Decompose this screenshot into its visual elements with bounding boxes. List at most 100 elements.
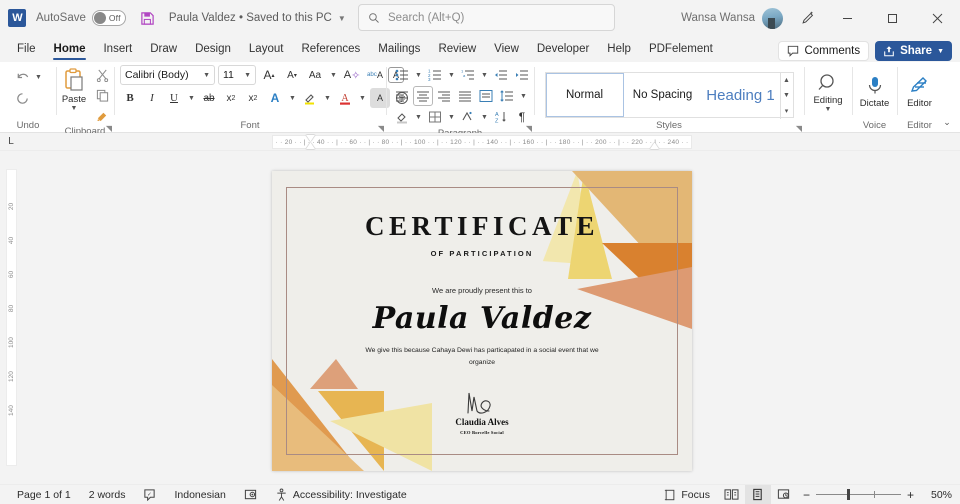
pen-sparkle-icon[interactable] <box>791 0 825 36</box>
styles-gallery[interactable]: Normal No Spacing Heading 1 ▲ ▼ ▾ <box>544 72 794 119</box>
style-heading-1[interactable]: Heading 1 <box>702 73 780 117</box>
tab-review[interactable]: Review <box>429 39 485 62</box>
bullets-icon[interactable] <box>392 65 412 85</box>
cut-icon[interactable] <box>92 65 112 85</box>
underline-chevron-down-icon[interactable]: ▼ <box>186 88 197 108</box>
redo-icon[interactable] <box>12 88 32 108</box>
tab-developer[interactable]: Developer <box>528 39 598 62</box>
undo-icon[interactable] <box>12 67 32 87</box>
editing-button[interactable]: Editing ▼ <box>811 70 844 115</box>
read-mode-icon[interactable] <box>719 485 745 504</box>
line-spacing-chevron-down-icon[interactable]: ▼ <box>518 86 529 106</box>
paste-dropdown-icon[interactable]: ▼ <box>71 105 78 112</box>
zoom-slider[interactable]: − + <box>797 488 920 502</box>
close-button[interactable] <box>915 0 960 36</box>
subscript-icon[interactable]: x2 <box>221 88 241 108</box>
increase-font-size-icon[interactable]: A ▴ <box>259 65 279 85</box>
style-normal[interactable]: Normal <box>545 73 624 117</box>
italic-icon[interactable]: I <box>142 88 162 108</box>
underline-icon[interactable]: U <box>164 88 184 108</box>
status-accessibility[interactable]: Accessibility: Investigate <box>266 485 416 504</box>
bold-icon[interactable]: B <box>120 88 140 108</box>
tab-insert[interactable]: Insert <box>94 39 141 62</box>
align-center-icon[interactable] <box>413 86 433 106</box>
document-page[interactable]: CERTIFICATE OF PARTICIPATION We are prou… <box>272 171 692 471</box>
document-canvas[interactable]: CERTIFICATE OF PARTICIPATION We are prou… <box>22 151 960 484</box>
tab-file[interactable]: File <box>8 39 45 62</box>
numbering-icon[interactable]: 123 <box>425 65 445 85</box>
dictate-button[interactable]: Dictate <box>858 73 892 111</box>
font-size-input[interactable]: 11 ▼ <box>218 65 256 85</box>
shading-chevron-down-icon[interactable]: ▼ <box>413 107 424 127</box>
zoom-out-button[interactable]: − <box>803 488 810 502</box>
minimize-button[interactable] <box>825 0 870 36</box>
tab-pdfelement[interactable]: PDFelement <box>640 39 722 62</box>
multilevel-list-icon[interactable]: 1a <box>458 65 478 85</box>
styles-scroll-down-icon[interactable]: ▼ <box>781 88 793 103</box>
font-dialog-launcher[interactable]: ◥ <box>378 124 384 133</box>
left-indent-marker[interactable] <box>306 143 315 149</box>
change-case-chevron-down-icon[interactable]: ▼ <box>328 65 339 85</box>
avatar[interactable] <box>762 7 783 29</box>
change-case-icon[interactable]: Aa <box>305 65 325 85</box>
styles-scroll-up-icon[interactable]: ▲ <box>781 73 793 88</box>
status-language[interactable]: Indonesian <box>165 485 234 504</box>
zoom-in-button[interactable]: + <box>907 488 914 502</box>
autosave-toggle[interactable]: Off <box>91 10 126 26</box>
restore-button[interactable] <box>870 0 915 36</box>
paragraph-dialog-launcher[interactable]: ◥ <box>526 124 532 133</box>
status-dictation-icon[interactable] <box>235 485 266 504</box>
clipboard-dialog-launcher[interactable]: ◥ <box>106 124 112 133</box>
copy-icon[interactable] <box>92 85 112 105</box>
text-highlight-chevron-down-icon[interactable]: ▼ <box>322 88 333 108</box>
font-name-input[interactable]: Calibri (Body) ▼ <box>120 65 215 85</box>
right-indent-marker[interactable] <box>650 143 659 149</box>
text-effects-icon[interactable]: A <box>265 88 285 108</box>
tab-view[interactable]: View <box>485 39 528 62</box>
zoom-level-label[interactable]: 50% <box>920 489 952 501</box>
tab-home[interactable]: Home <box>45 39 95 62</box>
zoom-thumb[interactable] <box>847 489 851 500</box>
font-color-chevron-down-icon[interactable]: ▼ <box>357 88 368 108</box>
styles-gallery-scroll[interactable]: ▲ ▼ ▾ <box>779 73 793 119</box>
tab-mailings[interactable]: Mailings <box>369 39 429 62</box>
style-no-spacing[interactable]: No Spacing <box>624 73 702 117</box>
tab-stop-selector[interactable]: L <box>0 136 22 147</box>
tab-help[interactable]: Help <box>598 39 640 62</box>
tab-design[interactable]: Design <box>186 39 240 62</box>
editor-button[interactable]: Editor <box>905 73 934 111</box>
strikethrough-icon[interactable]: ab <box>199 88 219 108</box>
tab-draw[interactable]: Draw <box>141 39 186 62</box>
font-size-chevron-down-icon[interactable]: ▼ <box>244 72 251 79</box>
font-color-icon[interactable]: A <box>335 88 355 108</box>
undo-dropdown-icon[interactable]: ▼ <box>33 67 44 87</box>
superscript-icon[interactable]: x2 <box>243 88 263 108</box>
vertical-ruler-track[interactable] <box>6 169 17 466</box>
first-line-indent-marker[interactable] <box>306 135 315 141</box>
status-word-count[interactable]: 2 words <box>80 485 135 504</box>
borders-chevron-down-icon[interactable]: ▼ <box>446 107 457 127</box>
status-proofing-icon[interactable]: ✓ <box>134 485 165 504</box>
ribbon-collapse-icon[interactable]: ⌄ <box>938 114 956 130</box>
borders-icon[interactable] <box>425 107 445 127</box>
numbering-chevron-down-icon[interactable]: ▼ <box>446 65 457 85</box>
ruler-track[interactable]: · · | · · · | · · · | · · 20 · · | · · 4… <box>272 135 692 149</box>
multilevel-list-chevron-down-icon[interactable]: ▼ <box>479 65 490 85</box>
focus-button[interactable]: Focus <box>655 485 719 504</box>
sort-icon[interactable]: AZ <box>491 107 511 127</box>
line-spacing-icon[interactable] <box>497 86 517 106</box>
decrease-font-size-icon[interactable]: A ▾ <box>282 65 302 85</box>
clear-formatting-icon[interactable]: A ✧ <box>342 65 362 85</box>
increase-indent-icon[interactable] <box>512 65 532 85</box>
text-effects-chevron-down-icon[interactable]: ▼ <box>287 88 298 108</box>
share-button[interactable]: Share ▼ <box>875 41 952 61</box>
tab-layout[interactable]: Layout <box>240 39 293 62</box>
styles-more-icon[interactable]: ▾ <box>781 104 793 119</box>
show-formatting-marks-icon[interactable] <box>458 107 478 127</box>
tab-references[interactable]: References <box>292 39 369 62</box>
comments-button[interactable]: Comments <box>778 41 870 61</box>
text-highlight-icon[interactable] <box>300 88 320 108</box>
status-page-number[interactable]: Page 1 of 1 <box>8 485 80 504</box>
justify-icon[interactable] <box>455 86 475 106</box>
bullets-chevron-down-icon[interactable]: ▼ <box>413 65 424 85</box>
